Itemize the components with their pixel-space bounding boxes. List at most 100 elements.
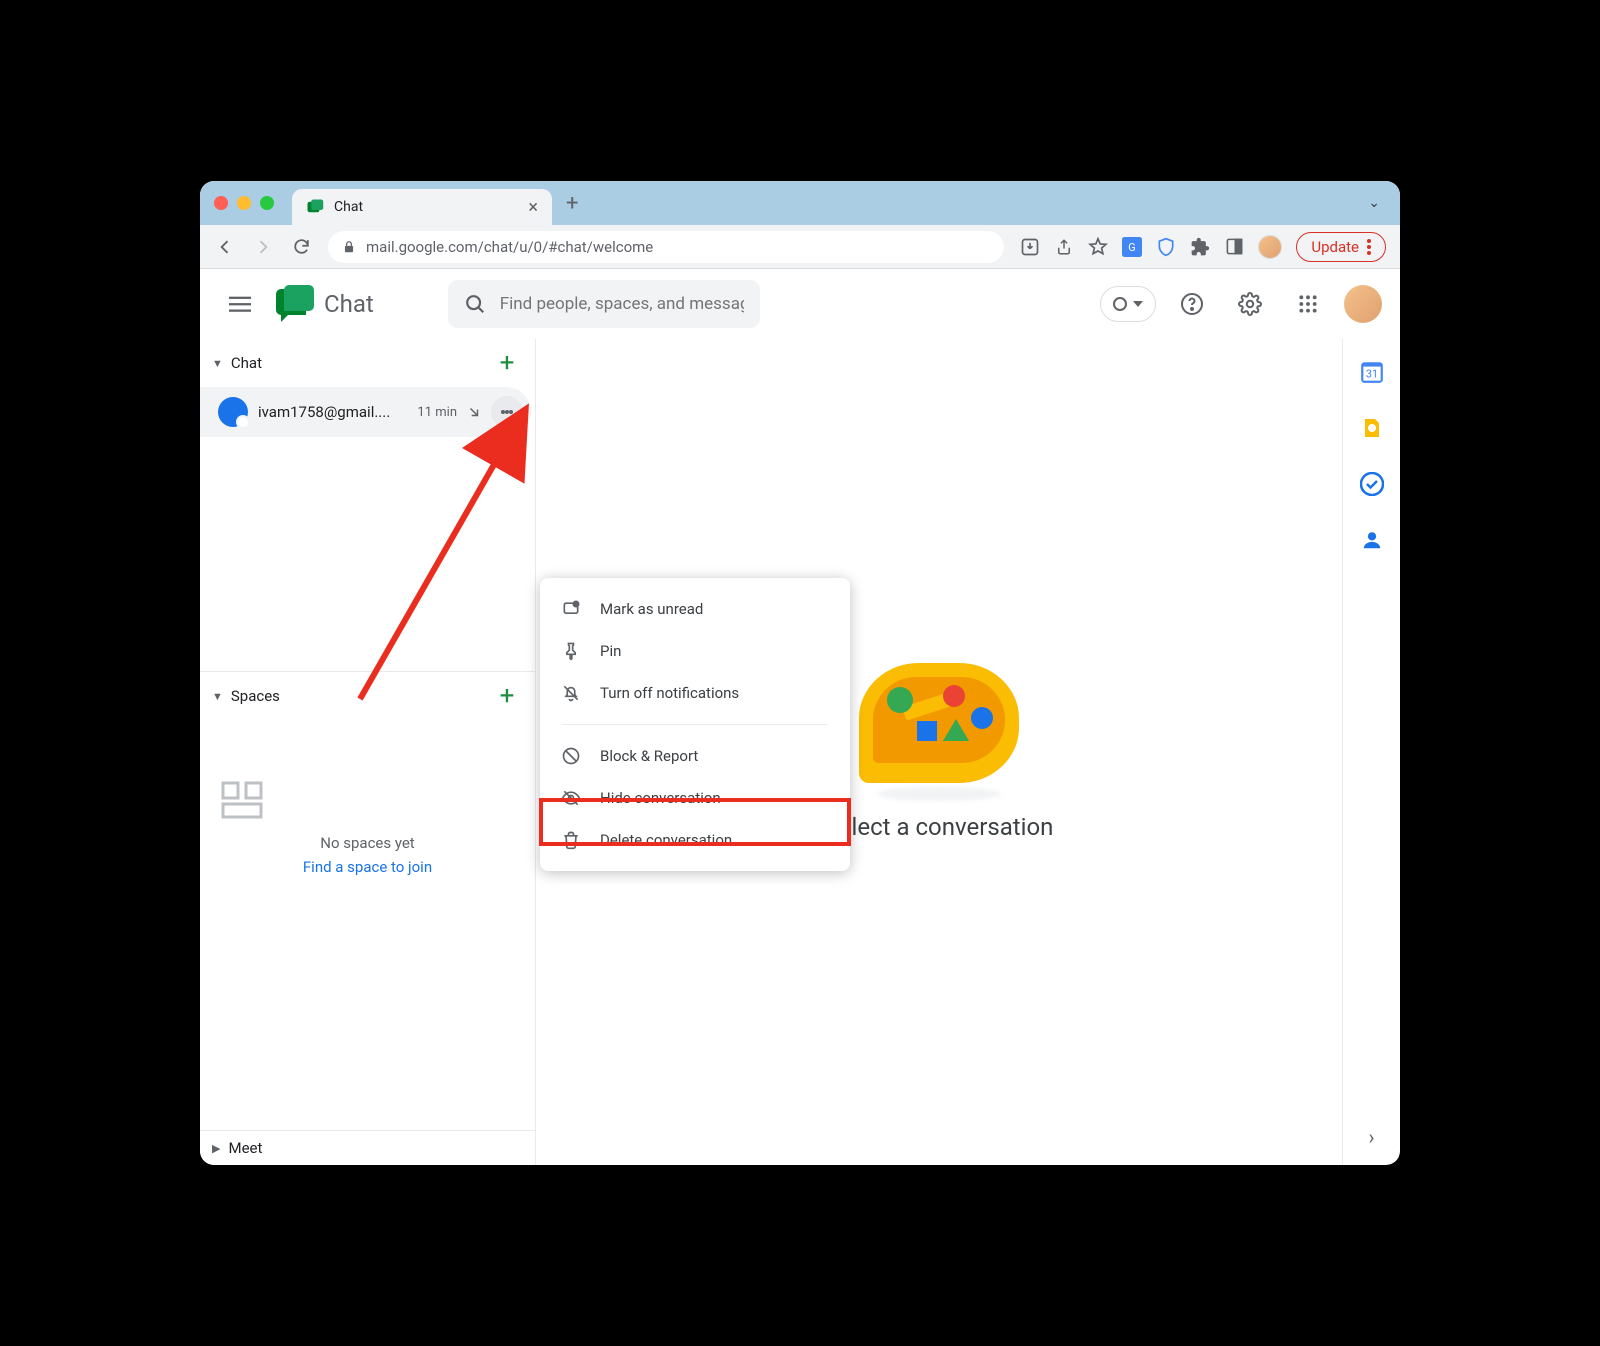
block-icon — [560, 745, 582, 767]
chat-time: 11 min — [417, 405, 457, 420]
url-bar[interactable]: mail.googlе.com/chat/u/0/#chat/welcome — [328, 231, 1004, 263]
chat-section-title: Chat — [231, 354, 491, 372]
search-container — [448, 280, 760, 328]
reading-list-icon[interactable] — [1224, 237, 1244, 257]
close-window[interactable] — [214, 196, 228, 210]
tabs-dropdown-icon[interactable]: ⌄ — [1368, 195, 1380, 211]
tasks-sidepanel-icon[interactable] — [1359, 471, 1385, 497]
extensions-icon[interactable] — [1190, 237, 1210, 257]
empty-illustration — [859, 663, 1019, 783]
back-button[interactable] — [214, 236, 236, 258]
bookmark-icon[interactable] — [1088, 237, 1108, 257]
titlebar: Chat × + ⌄ — [200, 181, 1400, 225]
menu-item-label: Delete conversation — [600, 831, 732, 849]
chat-logo-icon — [276, 285, 314, 323]
app-name: Chat — [324, 290, 374, 318]
update-menu-icon — [1367, 239, 1371, 255]
spaces-empty-text: No spaces yet — [220, 834, 515, 852]
svg-text:G: G — [1129, 241, 1136, 254]
contact-name: ivam1758@gmail.... — [258, 403, 407, 421]
side-panel: 31 › — [1342, 339, 1400, 1165]
tab-title: Chat — [334, 199, 363, 215]
reload-button[interactable] — [290, 236, 312, 258]
trash-icon — [560, 829, 582, 851]
flag-icon — [560, 598, 582, 620]
collapse-caret-icon: ▼ — [212, 690, 223, 703]
lock-icon — [342, 240, 356, 254]
sidebar: ▼ Chat + ivam1758@gmail.... 11 min ▼ Spa… — [200, 339, 536, 1165]
app-header: Chat — [200, 269, 1400, 339]
menu-pin[interactable]: Pin — [540, 630, 850, 672]
outgoing-arrow-icon — [467, 405, 481, 419]
apps-button[interactable] — [1286, 282, 1330, 326]
main-menu-button[interactable] — [218, 282, 262, 326]
close-tab-icon[interactable]: × — [528, 197, 538, 218]
spaces-section-header[interactable]: ▼ Spaces + — [200, 672, 535, 720]
sidepanel-expand-icon[interactable]: › — [1368, 1125, 1374, 1149]
help-button[interactable] — [1170, 282, 1214, 326]
eye-off-icon — [560, 787, 582, 809]
install-icon[interactable] — [1020, 237, 1040, 257]
search-box[interactable] — [448, 280, 760, 328]
spaces-empty-icon — [220, 780, 515, 820]
expand-caret-icon: ▶ — [212, 1142, 220, 1155]
main-area: ▼ Chat + ivam1758@gmail.... 11 min ▼ Spa… — [200, 339, 1400, 1165]
spaces-empty-state: No spaces yet Find a space to join — [200, 720, 535, 896]
menu-notifications-off[interactable]: Turn off notifications — [540, 672, 850, 714]
tab-favicon — [306, 198, 324, 216]
share-icon[interactable] — [1054, 237, 1074, 257]
find-space-link[interactable]: Find a space to join — [220, 858, 515, 876]
pin-icon — [560, 640, 582, 662]
menu-block-report[interactable]: Block & Report — [540, 735, 850, 777]
account-avatar[interactable] — [1344, 285, 1382, 323]
contacts-sidepanel-icon[interactable] — [1359, 527, 1385, 553]
spaces-section-title: Spaces — [231, 687, 491, 705]
minimize-window[interactable] — [237, 196, 251, 210]
menu-item-label: Turn off notifications — [600, 684, 739, 702]
menu-item-label: Mark as unread — [600, 600, 703, 618]
menu-separator — [562, 724, 828, 725]
calendar-sidepanel-icon[interactable]: 31 — [1359, 359, 1385, 385]
menu-item-label: Block & Report — [600, 747, 698, 765]
toolbar-icons: G Update — [1020, 232, 1386, 262]
forward-button[interactable] — [252, 236, 274, 258]
menu-delete-conversation[interactable]: Delete conversation — [540, 819, 850, 861]
svg-text:31: 31 — [1365, 367, 1377, 380]
menu-hide-conversation[interactable]: Hide conversation — [540, 777, 850, 819]
meet-section-title: Meet — [228, 1139, 523, 1157]
menu-mark-unread[interactable]: Mark as unread — [540, 588, 850, 630]
chat-item-more-button[interactable] — [491, 396, 523, 428]
update-label: Update — [1311, 238, 1359, 256]
new-tab-button[interactable]: + — [566, 191, 578, 216]
search-icon — [464, 293, 486, 315]
update-button[interactable]: Update — [1296, 232, 1386, 262]
address-bar: mail.googlе.com/chat/u/0/#chat/welcome G… — [200, 225, 1400, 269]
browser-tab[interactable]: Chat × — [292, 189, 552, 225]
keep-sidepanel-icon[interactable] — [1359, 415, 1385, 441]
chat-list-item[interactable]: ivam1758@gmail.... 11 min — [200, 387, 531, 437]
empty-headline: Select a conversation — [825, 813, 1054, 841]
new-chat-button[interactable]: + — [491, 347, 523, 379]
browser-window: Chat × + ⌄ mail.googlе.com/chat/u/0/#cha… — [200, 181, 1400, 1165]
context-menu: Mark as unread Pin Turn off notification… — [540, 578, 850, 871]
search-input[interactable] — [500, 294, 744, 314]
shield-extension-icon[interactable] — [1156, 237, 1176, 257]
meet-section-header[interactable]: ▶ Meet — [200, 1131, 535, 1165]
translate-extension-icon[interactable]: G — [1122, 237, 1142, 257]
menu-item-label: Pin — [600, 642, 621, 660]
status-ring-icon — [1113, 297, 1127, 311]
app-logo: Chat — [276, 285, 374, 323]
bell-off-icon — [560, 682, 582, 704]
menu-item-label: Hide conversation — [600, 789, 721, 807]
url-text: mail.googlе.com/chat/u/0/#chat/welcome — [366, 238, 653, 256]
window-controls — [214, 196, 274, 210]
settings-button[interactable] — [1228, 282, 1272, 326]
profile-avatar-small[interactable] — [1258, 235, 1282, 259]
status-selector[interactable] — [1100, 286, 1156, 322]
new-space-button[interactable]: + — [491, 680, 523, 712]
collapse-caret-icon: ▼ — [212, 357, 223, 370]
dropdown-caret-icon — [1133, 301, 1143, 307]
chat-section-header[interactable]: ▼ Chat + — [200, 339, 535, 387]
contact-avatar — [218, 397, 248, 427]
maximize-window[interactable] — [260, 196, 274, 210]
